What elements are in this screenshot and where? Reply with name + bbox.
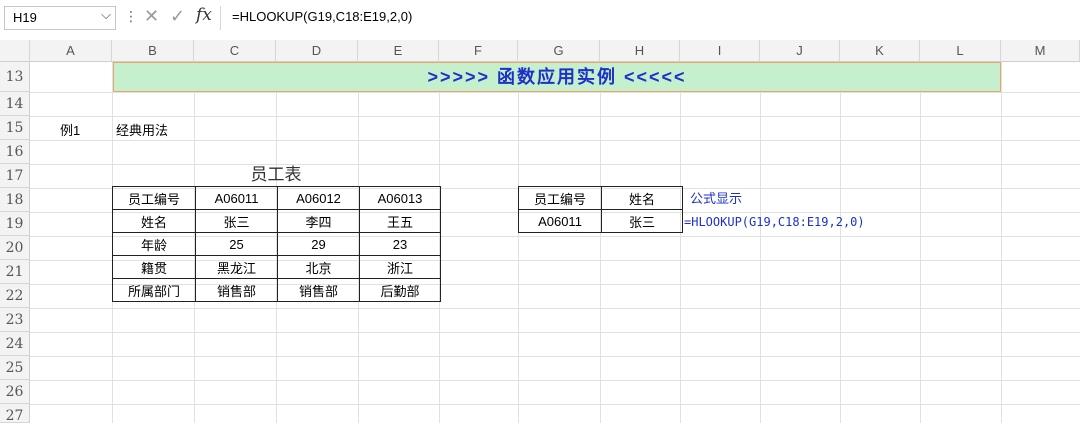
column-header-e[interactable]: E <box>358 40 439 62</box>
enter-check-icon[interactable]: ✓ <box>170 6 185 27</box>
cancel-icon[interactable]: ✕ <box>144 6 159 27</box>
table-row: 所属部门 销售部 销售部 后勤部 <box>112 278 441 302</box>
column-header-c[interactable]: C <box>194 40 276 62</box>
row-header-27[interactable]: 27 <box>0 404 30 424</box>
table-row: 籍贯 黑龙江 北京 浙江 <box>112 255 441 279</box>
select-all-corner[interactable] <box>0 40 30 62</box>
table-cell[interactable]: 黑龙江 <box>195 255 278 279</box>
table-cell[interactable]: 销售部 <box>195 278 278 302</box>
column-header-d[interactable]: D <box>276 40 358 62</box>
formula-bar-divider <box>220 6 221 30</box>
column-header-m[interactable]: M <box>1001 40 1080 62</box>
gridline <box>30 404 1080 405</box>
table-cell[interactable]: A06013 <box>359 186 441 210</box>
insert-function-icon[interactable]: fx <box>196 5 212 25</box>
table-cell[interactable]: 张三 <box>195 209 278 233</box>
column-header-k[interactable]: K <box>840 40 920 62</box>
gridline <box>30 116 1080 117</box>
table-cell[interactable]: 北京 <box>277 255 360 279</box>
row-header-16[interactable]: 16 <box>0 140 30 164</box>
chevron-down-icon[interactable]: ⌵ <box>101 7 111 23</box>
table-row: A06011 张三 <box>518 209 683 233</box>
table-cell[interactable]: 姓名 <box>112 209 196 233</box>
column-header-b[interactable]: B <box>112 40 194 62</box>
formula-display-text[interactable]: =HLOOKUP(G19,C18:E19,2,0) <box>684 211 865 234</box>
employee-table-title[interactable]: 员工表 <box>113 163 439 187</box>
column-header-bar: A B C D E F G H I J K L M <box>0 40 1080 62</box>
row-header-22[interactable]: 22 <box>0 284 30 308</box>
table-cell[interactable]: 23 <box>359 232 441 256</box>
gridline <box>30 92 1080 93</box>
column-header-i[interactable]: I <box>680 40 760 62</box>
employee-table: 员工编号 A06011 A06012 A06013 姓名 张三 李四 王五 年龄… <box>112 186 441 302</box>
row-header-17[interactable]: 17 <box>0 164 30 188</box>
row-header-13[interactable]: 13 <box>0 62 30 92</box>
row-header-15[interactable]: 15 <box>0 116 30 140</box>
table-cell[interactable]: 王五 <box>359 209 441 233</box>
formula-bar: H19 ⌵ ⋮ ✕ ✓ fx =HLOOKUP(G19,C18:E19,2,0) <box>0 0 1080 38</box>
gridline <box>30 380 1080 381</box>
table-cell[interactable]: 李四 <box>277 209 360 233</box>
formula-display-label[interactable]: 公式显示 <box>690 187 742 210</box>
lookup-table: 员工编号 姓名 A06011 张三 <box>518 186 683 233</box>
table-cell[interactable]: 姓名 <box>601 186 683 210</box>
row-header-18[interactable]: 18 <box>0 188 30 212</box>
table-row: 姓名 张三 李四 王五 <box>112 209 441 233</box>
row-header-20[interactable]: 20 <box>0 236 30 260</box>
name-box[interactable]: H19 ⌵ <box>4 6 116 30</box>
column-header-f[interactable]: F <box>439 40 518 62</box>
row-header-26[interactable]: 26 <box>0 380 30 404</box>
table-cell[interactable]: 浙江 <box>359 255 441 279</box>
gridline <box>30 332 1080 333</box>
row-header-25[interactable]: 25 <box>0 356 30 380</box>
table-cell[interactable]: 员工编号 <box>518 186 602 210</box>
example-label[interactable]: 例1 <box>60 120 80 139</box>
name-box-value: H19 <box>13 10 37 25</box>
table-cell[interactable]: A06011 <box>518 209 602 233</box>
row-header-19[interactable]: 19 <box>0 212 30 236</box>
column-header-g[interactable]: G <box>518 40 600 62</box>
table-cell[interactable]: 所属部门 <box>112 278 196 302</box>
column-header-l[interactable]: L <box>920 40 1001 62</box>
column-header-h[interactable]: H <box>600 40 680 62</box>
gridline <box>30 308 1080 309</box>
column-header-a[interactable]: A <box>30 40 112 62</box>
table-cell[interactable]: A06011 <box>195 186 278 210</box>
table-cell[interactable]: 后勤部 <box>359 278 441 302</box>
table-cell[interactable]: 29 <box>277 232 360 256</box>
more-options-icon[interactable]: ⋮ <box>124 8 138 25</box>
table-row: 员工编号 姓名 <box>518 186 683 210</box>
title-banner[interactable]: >>>>> 函数应用实例 <<<<< <box>113 62 1001 92</box>
row-header-14[interactable]: 14 <box>0 92 30 116</box>
selected-cell-h19[interactable]: 张三 <box>601 209 683 233</box>
table-cell[interactable]: 籍贯 <box>112 255 196 279</box>
table-cell[interactable]: 销售部 <box>277 278 360 302</box>
table-row: 年龄 25 29 23 <box>112 232 441 256</box>
gridline <box>30 140 1080 141</box>
table-cell[interactable]: A06012 <box>277 186 360 210</box>
table-cell[interactable]: 年龄 <box>112 232 196 256</box>
table-cell[interactable]: 25 <box>195 232 278 256</box>
row-header-21[interactable]: 21 <box>0 260 30 284</box>
row-header-23[interactable]: 23 <box>0 308 30 332</box>
table-row: 员工编号 A06011 A06012 A06013 <box>112 186 441 210</box>
table-cell[interactable]: 员工编号 <box>112 186 196 210</box>
row-header-24[interactable]: 24 <box>0 332 30 356</box>
formula-input[interactable]: =HLOOKUP(G19,C18:E19,2,0) <box>232 9 412 24</box>
example-title[interactable]: 经典用法 <box>116 120 168 139</box>
column-header-j[interactable]: J <box>760 40 840 62</box>
gridline <box>30 356 1080 357</box>
